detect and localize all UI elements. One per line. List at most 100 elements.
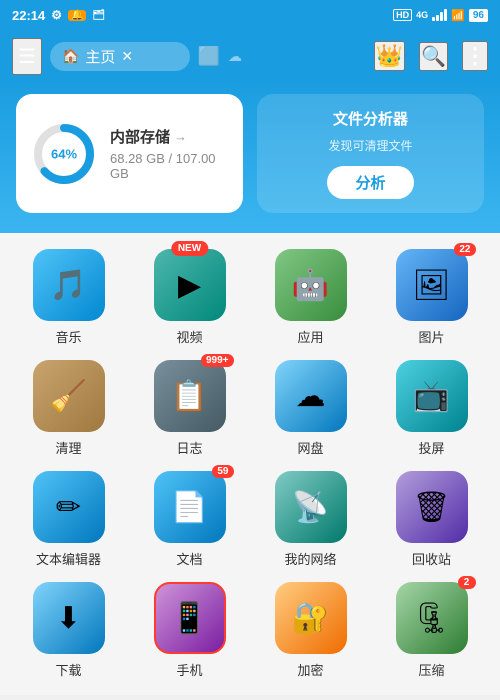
tab-close-button[interactable]: ✕: [121, 48, 133, 65]
app-icon-wrap-lock: 🔐: [275, 582, 347, 654]
analyzer-title: 文件分析器: [333, 108, 408, 129]
battery-indicator: 96: [469, 9, 488, 22]
app-grid: 🎵 音乐 ▶NEW 视频 🤖 应用 🖼22 图片 🧹 清理 📋999+ 日志 ☁ 网盘 📺 投屏 ✏ 文本编辑器 📄…: [12, 249, 488, 679]
app-icon-wrap-cloud: ☁: [275, 360, 347, 432]
analyzer-subtitle: 发现可清理文件: [328, 137, 412, 154]
app-label-lock: 加密: [297, 660, 323, 679]
app-icon-cloud: ☁: [275, 360, 347, 432]
home-icon: 🏠: [62, 48, 79, 65]
app-icon-network: 📡: [275, 471, 347, 543]
app-item-texteditor[interactable]: ✏ 文本编辑器: [12, 471, 125, 568]
badge-count-zip: 2: [458, 576, 476, 589]
app-icon-wrap-log: 📋999+: [154, 360, 226, 432]
main-tab[interactable]: 🏠 主页 ✕: [50, 42, 190, 71]
app-item-log[interactable]: 📋999+ 日志: [133, 360, 246, 457]
vip-button[interactable]: 👑: [374, 41, 405, 71]
app-icon-wrap-app: 🤖: [275, 249, 347, 321]
signal-icon: [432, 9, 447, 21]
toolbar-icons: 👑 🔍 ⋮: [374, 41, 488, 71]
analyzer-card: 文件分析器 发现可清理文件 分析: [257, 94, 484, 213]
app-icon-wrap-network: 📡: [275, 471, 347, 543]
app-icon-clean: 🧹: [33, 360, 105, 432]
app-icon-download: ⬇: [33, 582, 105, 654]
storage-card[interactable]: 64% 内部存储 → 68.28 GB / 107.00 GB: [16, 94, 243, 213]
app-label-texteditor: 文本编辑器: [36, 549, 101, 568]
badge-new-video: NEW: [171, 241, 208, 256]
app-icon-lock: 🔐: [275, 582, 347, 654]
app-label-doc: 文档: [176, 549, 202, 568]
badge-count-photo: 22: [454, 243, 475, 256]
tab-add-button[interactable]: ⬜: [198, 46, 220, 67]
app-label-photo: 图片: [418, 327, 444, 346]
app-label-download: 下载: [55, 660, 81, 679]
app-icon-wrap-clean: 🧹: [33, 360, 105, 432]
analyze-button[interactable]: 分析: [327, 166, 413, 199]
app-item-lock[interactable]: 🔐 加密: [254, 582, 367, 679]
app-item-network[interactable]: 📡 我的网络: [254, 471, 367, 568]
app-label-network: 我的网络: [284, 549, 336, 568]
app-label-app: 应用: [297, 327, 323, 346]
app-icon-texteditor: ✏: [33, 471, 105, 543]
app-icon-wrap-cast: 📺: [396, 360, 468, 432]
notification-icon: 🔔: [68, 10, 86, 21]
app-item-app[interactable]: 🤖 应用: [254, 249, 367, 346]
app-icon-app: 🤖: [275, 249, 347, 321]
app-item-zip[interactable]: 🗜2压缩: [375, 582, 488, 679]
storage-arrow-icon: →: [174, 129, 187, 144]
sim-icon: 🗂: [92, 10, 105, 21]
app-item-trash[interactable]: 🗑 回收站: [375, 471, 488, 568]
app-label-log: 日志: [176, 438, 202, 457]
app-icon-wrap-phone: 📱: [154, 582, 226, 654]
app-icon-doc: 📄: [154, 471, 226, 543]
storage-title: 内部存储 →: [110, 126, 227, 147]
storage-donut: 64%: [32, 122, 96, 186]
hero-section: 64% 内部存储 → 68.28 GB / 107.00 GB 文件分析器 发现…: [0, 82, 500, 233]
app-icon-video: ▶: [154, 249, 226, 321]
app-item-photo[interactable]: 🖼22 图片: [375, 249, 488, 346]
app-icon-wrap-music: 🎵: [33, 249, 105, 321]
app-label-cast: 投屏: [418, 438, 444, 457]
cloud-sync-button[interactable]: ☁: [228, 48, 242, 65]
storage-info: 内部存储 → 68.28 GB / 107.00 GB: [110, 126, 227, 181]
app-icon-wrap-texteditor: ✏: [33, 471, 105, 543]
app-icon-wrap-trash: 🗑: [396, 471, 468, 543]
status-left: 22:14 ⚙ 🔔 🗂: [12, 8, 105, 23]
storage-percent: 64%: [51, 146, 77, 161]
app-label-zip: 压缩: [418, 660, 444, 679]
search-button[interactable]: 🔍: [419, 42, 448, 71]
app-icon-wrap-photo: 🖼22: [396, 249, 468, 321]
app-label-trash: 回收站: [412, 549, 451, 568]
more-button[interactable]: ⋮: [462, 41, 488, 71]
app-label-clean: 清理: [55, 438, 81, 457]
app-item-cloud[interactable]: ☁ 网盘: [254, 360, 367, 457]
4g-icon: 4G: [416, 10, 428, 20]
status-time: 22:14: [12, 8, 45, 23]
app-item-music[interactable]: 🎵 音乐: [12, 249, 125, 346]
tab-label: 主页: [85, 46, 115, 67]
hd-icon: HD: [393, 9, 412, 21]
app-item-doc[interactable]: 📄59文档: [133, 471, 246, 568]
app-item-cast[interactable]: 📺 投屏: [375, 360, 488, 457]
app-label-cloud: 网盘: [297, 438, 323, 457]
app-label-phone: 手机: [176, 660, 202, 679]
app-label-music: 音乐: [55, 327, 81, 346]
badge-count-doc: 59: [212, 465, 233, 478]
app-icon-phone: 📱: [154, 582, 226, 654]
app-item-download[interactable]: ⬇ 下载: [12, 582, 125, 679]
app-item-video[interactable]: ▶NEW 视频: [133, 249, 246, 346]
status-right: HD 4G 📶 96: [393, 9, 488, 22]
wifi-icon: 📶: [451, 9, 465, 22]
app-label-video: 视频: [176, 327, 202, 346]
app-item-phone[interactable]: 📱 手机: [133, 582, 246, 679]
app-icon-log: 📋: [154, 360, 226, 432]
badge-count-log: 999+: [201, 354, 234, 367]
hamburger-button[interactable]: ☰: [12, 38, 42, 75]
app-item-clean[interactable]: 🧹 清理: [12, 360, 125, 457]
storage-size: 68.28 GB / 107.00 GB: [110, 151, 227, 181]
status-bar: 22:14 ⚙ 🔔 🗂 HD 4G 📶 96: [0, 0, 500, 30]
app-icon-photo: 🖼: [396, 249, 468, 321]
app-icon-music: 🎵: [33, 249, 105, 321]
toolbar: ☰ 🏠 主页 ✕ ⬜ ☁ 👑 🔍 ⋮: [0, 30, 500, 82]
app-icon-wrap-video: ▶NEW: [154, 249, 226, 321]
app-icon-cast: 📺: [396, 360, 468, 432]
